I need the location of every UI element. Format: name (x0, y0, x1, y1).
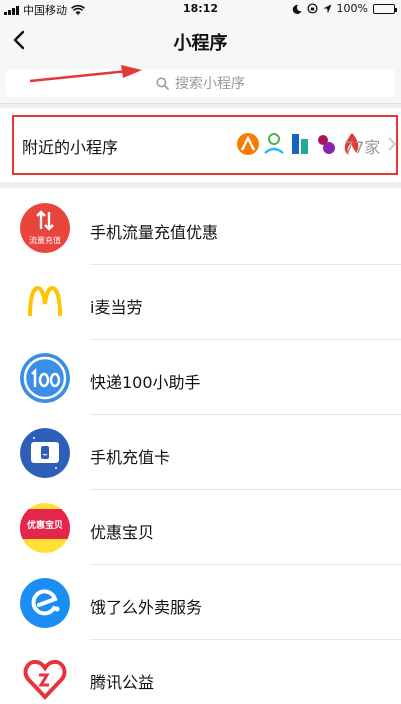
list-item-name: 快递100小助手 (90, 373, 201, 392)
tencent-charity-icon (20, 653, 70, 703)
chevron-right-icon (388, 137, 397, 151)
rotation-lock-icon (306, 3, 318, 14)
list-item[interactable]: 腾讯公益 (0, 640, 401, 704)
list-item-name: 饿了么外卖服务 (90, 598, 203, 617)
nearby-mini-programs-row[interactable]: 附近的小程序 77家 (0, 108, 401, 182)
list-item-name: i麦当劳 (90, 298, 143, 317)
list-item-name: 手机流量充值优惠 (90, 223, 219, 242)
nearby-logo-icon (236, 131, 260, 157)
list-item[interactable]: 手机充值卡 (0, 415, 401, 490)
search-icon (156, 76, 169, 90)
phone-card-icon (20, 428, 70, 478)
battery-percent: 100% (336, 2, 368, 15)
coupon-icon-text: 优惠宝贝 (27, 519, 63, 531)
list-item-name: 优惠宝贝 (90, 523, 155, 542)
status-bar: 中国移动 18:12 100% (0, 0, 401, 18)
mcdonalds-icon (20, 278, 70, 328)
nearby-logo-icon (262, 131, 286, 157)
search-bar: 搜索小程序 (0, 64, 401, 104)
mini-program-list: 流量充值 手机流量充值优惠 i麦当劳 快递100小助手 手机充值卡 优惠宝贝 优… (0, 188, 401, 704)
kuaidi100-icon (20, 353, 70, 403)
nav-bar: 小程序 (0, 18, 401, 64)
data-topup-icon: 流量充值 (20, 203, 70, 253)
list-item[interactable]: 饿了么外卖服务 (0, 565, 401, 640)
nearby-logo-icon (314, 131, 338, 157)
eleme-icon (20, 578, 70, 628)
page-title: 小程序 (173, 33, 228, 54)
search-placeholder: 搜索小程序 (175, 76, 245, 92)
list-item[interactable]: 优惠宝贝 优惠宝贝 (0, 490, 401, 565)
coupon-icon: 优惠宝贝 (20, 503, 70, 553)
search-input[interactable]: 搜索小程序 (6, 69, 395, 97)
status-right: 100% (292, 2, 397, 15)
list-item[interactable]: i麦当劳 (0, 265, 401, 340)
nearby-logo-icon (288, 131, 312, 157)
data-topup-icon-text: 流量充值 (29, 235, 61, 245)
battery-icon (373, 3, 397, 14)
location-icon (323, 4, 332, 13)
list-item-name: 腾讯公益 (90, 673, 155, 692)
nearby-count: 77家 (344, 138, 381, 157)
nearby-label: 附近的小程序 (22, 138, 119, 157)
list-item-name: 手机充值卡 (90, 448, 171, 467)
moon-icon (292, 4, 302, 14)
list-item[interactable]: 快递100小助手 (0, 340, 401, 415)
list-item[interactable]: 流量充值 手机流量充值优惠 (0, 190, 401, 265)
